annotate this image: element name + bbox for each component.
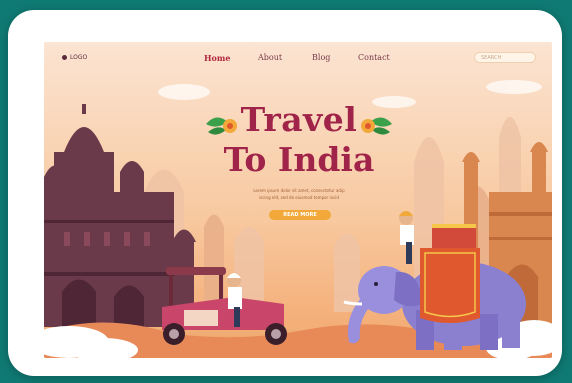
hero-description-line-2: iscing elit, sed do eiusmod tempor incid (259, 195, 339, 200)
site-logo[interactable]: LOGO (62, 54, 87, 61)
nav-link-about[interactable]: About (258, 53, 282, 62)
nav-link-contact[interactable]: Contact (358, 53, 390, 62)
hero-title-line-1: Travel (240, 100, 358, 139)
logo-text: LOGO (70, 54, 88, 61)
read-more-button[interactable]: READ MORE (269, 210, 331, 220)
nav-link-blog[interactable]: Blog (312, 53, 330, 62)
top-navigation: LOGO Home About Blog Contact SEARCH (44, 42, 552, 76)
hero-title-line-2: To India (223, 140, 375, 179)
travel-landing-page: LOGO Home About Blog Contact SEARCH Trav… (44, 42, 552, 358)
image-card: LOGO Home About Blog Contact SEARCH Trav… (8, 10, 562, 376)
search-input[interactable]: SEARCH (474, 52, 536, 63)
logo-dot-icon (62, 55, 67, 60)
nav-link-home[interactable]: Home (204, 53, 230, 63)
hero-description-line-1: Lorem ipsum dolor sit amet, consectetur … (253, 188, 345, 193)
